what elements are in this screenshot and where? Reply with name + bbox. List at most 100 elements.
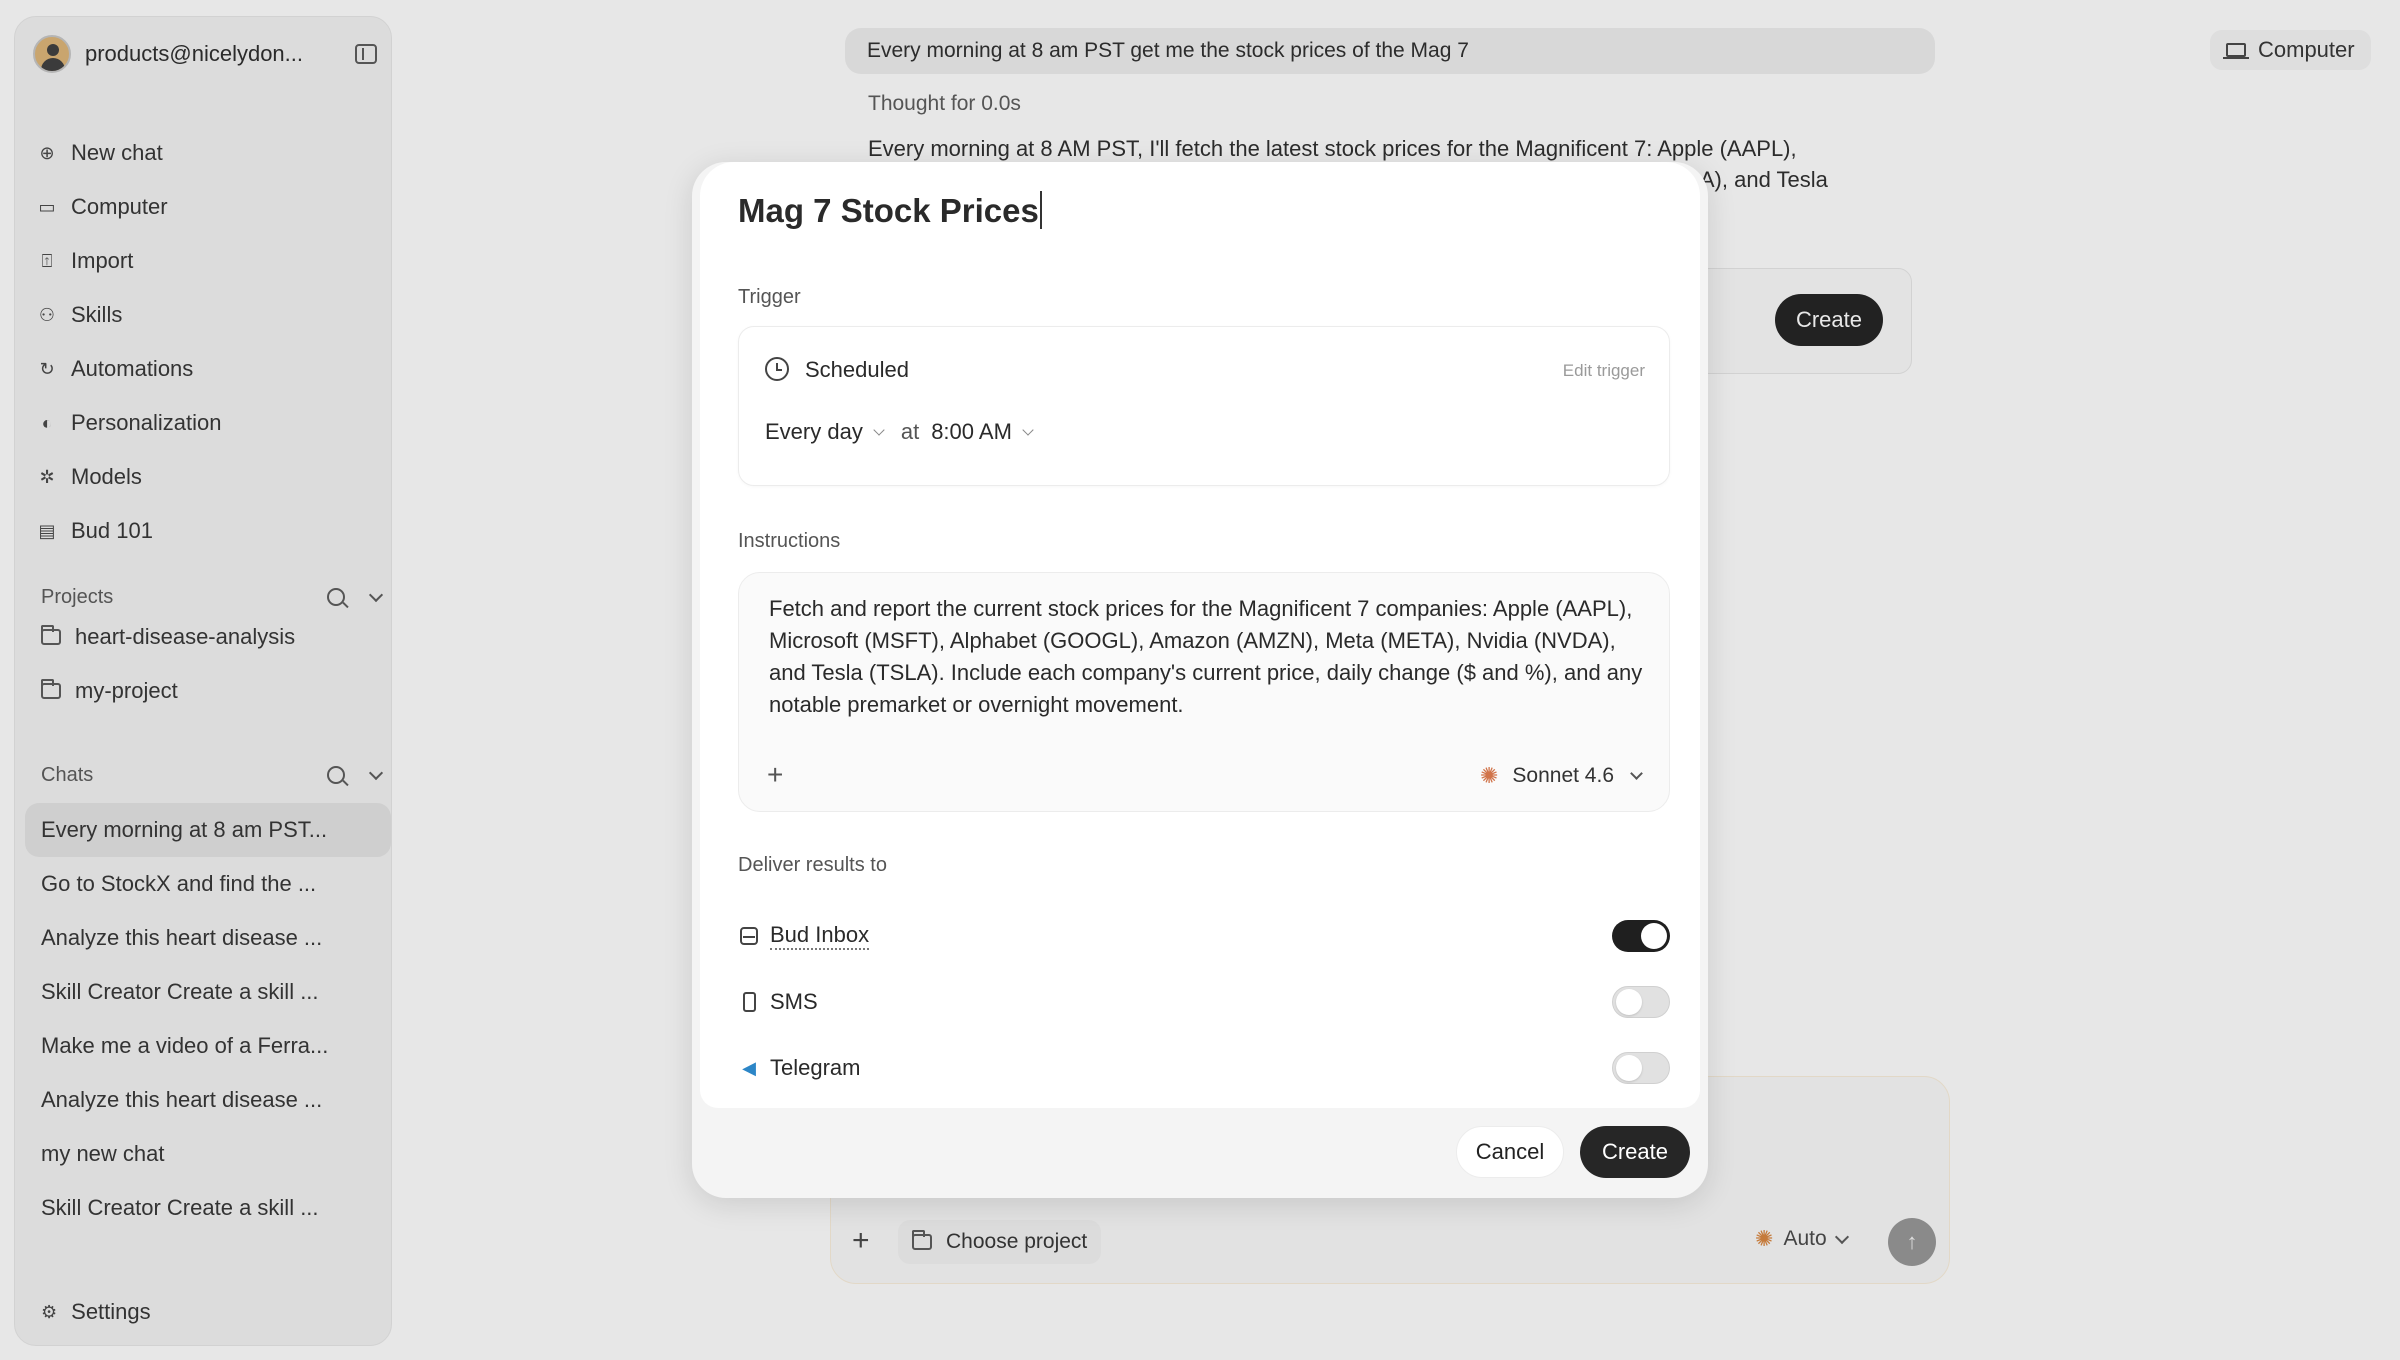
account-header[interactable]: products@nicelydon...: [33, 31, 377, 77]
instructions-textarea[interactable]: Fetch and report the current stock price…: [769, 593, 1649, 721]
edit-trigger-link[interactable]: Edit trigger: [1563, 361, 1645, 381]
project-item[interactable]: my-project: [41, 671, 178, 711]
at-label: at: [900, 419, 920, 444]
sidebar-item-models[interactable]: ✲ Models: [37, 450, 381, 504]
deliver-label: Deliver results to: [738, 854, 887, 876]
inbox-icon-wrap: [738, 927, 760, 945]
chats-label: Chats: [41, 763, 94, 786]
choose-project-button[interactable]: Choose project: [898, 1220, 1102, 1264]
inbox-icon: [740, 927, 758, 945]
model-label: Auto: [1783, 1227, 1827, 1250]
chat-item[interactable]: Skill Creator Create a skill ...: [25, 965, 393, 1019]
deliver-telegram: ◀ Telegram: [738, 1048, 1670, 1088]
phone-icon: [742, 992, 756, 1012]
model-selector[interactable]: ✺ Auto: [1755, 1226, 1849, 1252]
settings-label: Settings: [71, 1299, 151, 1324]
chats-header: Chats: [41, 755, 384, 795]
user-prompt: Every morning at 8 am PST get me the sto…: [845, 28, 1935, 74]
chat-item[interactable]: Analyze this heart disease ...: [25, 1073, 393, 1127]
chat-item[interactable]: Go to StockX and find the ...: [25, 857, 393, 911]
automation-modal: Mag 7 Stock Prices Trigger Scheduled Edi…: [692, 162, 1708, 1198]
chat-item[interactable]: my new chat: [25, 1127, 393, 1181]
add-attachment-icon[interactable]: +: [767, 759, 783, 791]
computer-label: Computer: [2258, 37, 2355, 62]
sidebar-item-new-chat[interactable]: ⊕ New chat: [37, 126, 381, 180]
personalization-icon: ◐: [41, 412, 53, 433]
schedule-row: Every day at 8:00 AM: [765, 419, 1050, 445]
chat-title: Skill Creator Create a skill ...: [41, 1195, 319, 1220]
project-label: my-project: [75, 678, 178, 703]
model-star-icon: ✺: [1755, 1226, 1774, 1251]
chat-title: Every morning at 8 am PST...: [41, 817, 328, 842]
search-icon[interactable]: [327, 766, 345, 784]
chevron-down-icon[interactable]: [368, 765, 384, 780]
attach-plus-icon[interactable]: +: [852, 1224, 870, 1258]
instructions-model-selector[interactable]: ✺ Sonnet 4.6: [1479, 763, 1643, 789]
thought-indicator[interactable]: Thought for 0.0s: [868, 92, 1021, 116]
telegram-toggle[interactable]: [1612, 1052, 1670, 1084]
projects-header: Projects: [41, 577, 384, 617]
cancel-button[interactable]: Cancel: [1456, 1126, 1564, 1178]
instructions-label: Instructions: [738, 530, 841, 552]
sidebar-item-label: Computer: [71, 194, 168, 219]
telegram-icon-wrap: ◀: [738, 1058, 760, 1079]
deliver-bud-inbox: Bud Inbox: [738, 916, 1670, 956]
sidebar-item-label: Import: [71, 248, 134, 273]
chat-item[interactable]: Every morning at 8 am PST...: [25, 803, 391, 857]
sidebar-toggle-icon[interactable]: [355, 44, 377, 64]
automation-title-input[interactable]: Mag 7 Stock Prices: [738, 191, 1042, 230]
card-create-button[interactable]: Create: [1775, 294, 1883, 346]
models-icon: ✲: [39, 466, 55, 487]
trigger-box: Scheduled Edit trigger Every day at 8:00…: [738, 326, 1670, 486]
model-label: Sonnet 4.6: [1512, 764, 1614, 787]
sonnet-star-icon: ✺: [1479, 763, 1499, 788]
deliver-option-label[interactable]: Bud Inbox: [770, 922, 870, 950]
sms-toggle[interactable]: [1612, 986, 1670, 1018]
chat-title: Analyze this heart disease ...: [41, 925, 323, 950]
clock-icon: [765, 357, 789, 381]
settings-button[interactable]: ⚙ Settings: [41, 1299, 151, 1325]
time-dropdown[interactable]: 8:00 AM: [931, 419, 1012, 445]
sidebar-item-label: Personalization: [71, 410, 222, 435]
avatar[interactable]: [33, 35, 71, 73]
frequency-dropdown[interactable]: Every day: [765, 419, 863, 445]
settings-icon: ⚙: [41, 1301, 58, 1322]
deliver-option-label: Telegram: [770, 1055, 861, 1080]
sidebar-item-label: Skills: [71, 302, 123, 327]
chevron-down-icon: [1630, 767, 1643, 780]
telegram-icon: ◀: [742, 1057, 756, 1078]
sidebar-item-personalization[interactable]: ◐ Personalization: [37, 396, 381, 450]
chevron-down-icon[interactable]: [1022, 424, 1034, 436]
project-item[interactable]: heart-disease-analysis: [41, 617, 295, 657]
laptop-icon: ▭: [38, 196, 56, 217]
search-icon[interactable]: [327, 588, 345, 606]
sidebar-item-computer[interactable]: ▭ Computer: [37, 180, 381, 234]
send-button[interactable]: ↑: [1888, 1218, 1936, 1266]
chat-title: Skill Creator Create a skill ...: [41, 979, 319, 1004]
title-text: Mag 7 Stock Prices: [738, 192, 1039, 229]
chat-item[interactable]: Make me a video of a Ferra...: [25, 1019, 393, 1073]
sidebar-item-label: Automations: [71, 356, 194, 381]
project-label: heart-disease-analysis: [75, 624, 296, 649]
chat-title: Make me a video of a Ferra...: [41, 1033, 329, 1058]
chat-item[interactable]: Analyze this heart disease ...: [25, 911, 393, 965]
sidebar-item-import[interactable]: ⍐ Import: [37, 234, 381, 288]
sidebar-item-bud-101[interactable]: ▤ Bud 101: [37, 504, 381, 558]
trigger-label: Trigger: [738, 286, 801, 308]
sidebar-item-automations[interactable]: ↻ Automations: [37, 342, 381, 396]
choose-project-label: Choose project: [946, 1230, 1088, 1253]
bud-inbox-toggle[interactable]: [1612, 920, 1670, 952]
book-icon: ▤: [38, 520, 56, 541]
sidebar-item-label: Models: [71, 464, 142, 489]
sidebar-item-label: Bud 101: [71, 518, 153, 543]
sidebar-item-skills[interactable]: ⚇ Skills: [37, 288, 381, 342]
laptop-icon: [2223, 43, 2249, 59]
chevron-down-icon[interactable]: [873, 424, 885, 436]
chevron-down-icon[interactable]: [368, 587, 384, 602]
import-icon: ⍐: [41, 250, 53, 271]
computer-button[interactable]: Computer: [2210, 30, 2371, 70]
chat-title: Go to StockX and find the ...: [41, 871, 317, 896]
chat-item[interactable]: Skill Creator Create a skill ...: [25, 1181, 393, 1235]
sidebar: products@nicelydon... ⊕ New chat ▭ Compute…: [14, 16, 392, 1346]
create-button[interactable]: Create: [1580, 1126, 1690, 1178]
